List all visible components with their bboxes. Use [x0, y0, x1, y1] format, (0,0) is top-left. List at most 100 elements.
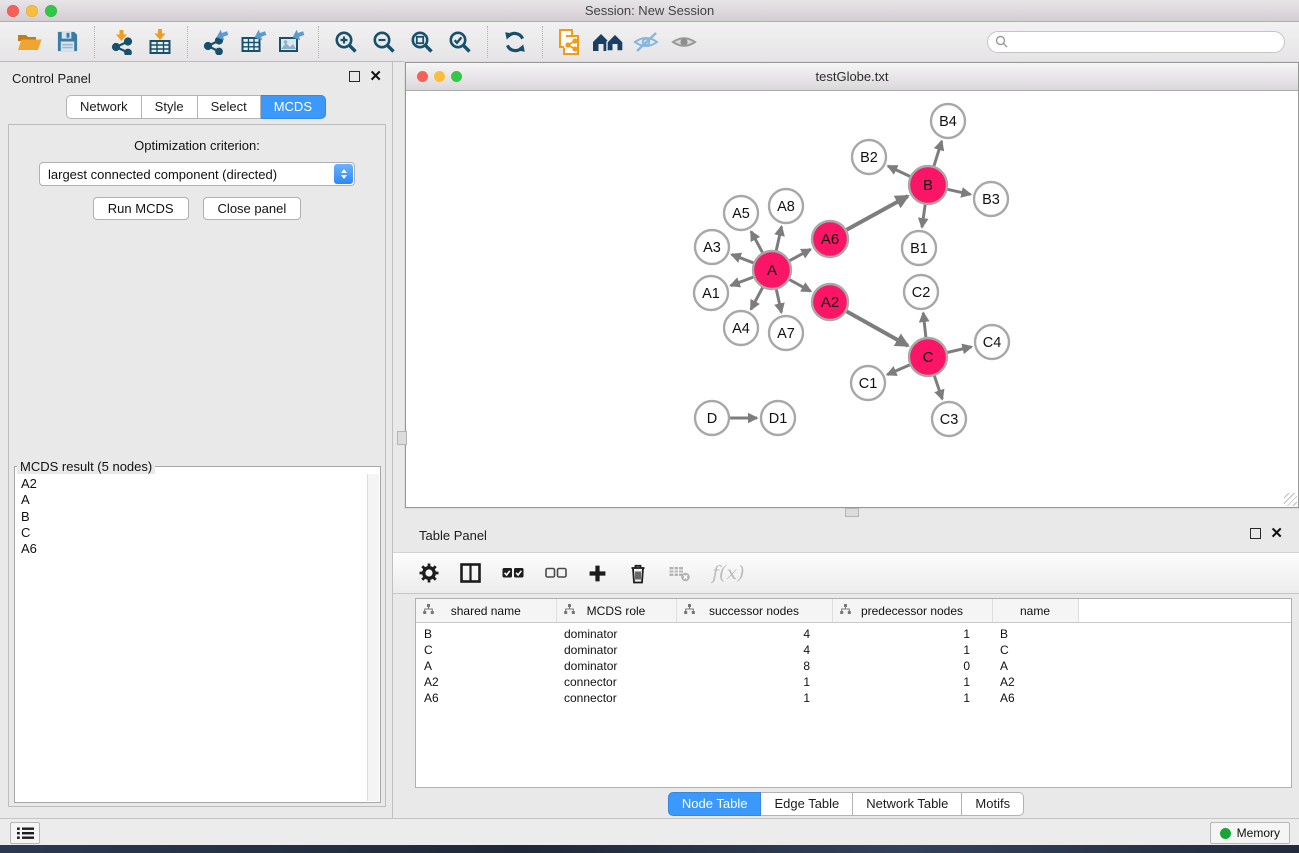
graph-node-C1[interactable]: C1 [851, 366, 885, 400]
select-all-columns-button[interactable] [502, 560, 524, 586]
run-mcds-button[interactable]: Run MCDS [93, 197, 189, 220]
zoom-window-button[interactable] [45, 5, 57, 17]
graph-node-B3[interactable]: B3 [974, 182, 1008, 216]
tab-network[interactable]: Network [66, 95, 142, 119]
delete-table-button[interactable] [669, 560, 691, 586]
tab-mcds[interactable]: MCDS [261, 95, 326, 119]
zoom-fit-button[interactable] [406, 26, 438, 58]
graph-edge-A-A5[interactable] [751, 231, 763, 254]
graph-node-D1[interactable]: D1 [761, 401, 795, 435]
graph-edge-C-C2[interactable] [923, 313, 926, 339]
tab-motifs[interactable]: Motifs [962, 792, 1024, 816]
search-input[interactable] [987, 31, 1285, 53]
graph-node-A7[interactable]: A7 [769, 316, 803, 350]
graph-node-A3[interactable]: A3 [695, 230, 729, 264]
column-header-shared-name[interactable]: shared name [416, 599, 556, 623]
export-table-button[interactable] [237, 26, 269, 58]
mcds-list-item[interactable]: A2 [21, 476, 367, 492]
graph-edge-B-B2[interactable] [888, 166, 912, 177]
graph-node-C3[interactable]: C3 [932, 402, 966, 436]
graph-edge-C-C1[interactable] [887, 364, 911, 374]
graph-node-B[interactable]: B [909, 166, 947, 204]
table-row[interactable]: A6connector11A6 [416, 690, 1291, 706]
table-settings-button[interactable] [419, 560, 439, 586]
graph-node-A8[interactable]: A8 [769, 189, 803, 223]
graph-node-A1[interactable]: A1 [694, 276, 728, 310]
close-table-panel-icon[interactable]: ✕ [1270, 528, 1283, 539]
tab-node-table[interactable]: Node Table [668, 792, 762, 816]
network-minimize-button[interactable] [434, 71, 445, 82]
first-neighbors-button[interactable] [592, 26, 624, 58]
zoom-in-button[interactable] [330, 26, 362, 58]
graph-node-A5[interactable]: A5 [724, 196, 758, 230]
delete-column-button[interactable] [628, 560, 648, 586]
column-header-successor-nodes[interactable]: successor nodes [676, 599, 832, 623]
close-panel-icon[interactable]: ✕ [369, 71, 382, 82]
graph-edge-B-B3[interactable] [946, 189, 971, 195]
graph-edge-A-A1[interactable] [731, 276, 756, 285]
float-panel-icon[interactable] [349, 71, 360, 82]
table-row[interactable]: A2connector11A2 [416, 674, 1291, 690]
clone-network-button[interactable] [554, 26, 586, 58]
graph-node-A[interactable]: A [753, 251, 791, 289]
close-panel-button[interactable]: Close panel [203, 197, 302, 220]
graph-edge-C-C3[interactable] [934, 374, 942, 399]
mcds-list-scrollbar[interactable] [367, 474, 379, 801]
export-network-button[interactable] [199, 26, 231, 58]
table-row[interactable]: Adominator80A [416, 658, 1291, 674]
tab-select[interactable]: Select [198, 95, 261, 119]
tab-style[interactable]: Style [142, 95, 198, 119]
column-header-MCDS-role[interactable]: MCDS role [556, 599, 676, 623]
hide-selected-button[interactable] [630, 26, 662, 58]
graph-edge-B-B1[interactable] [922, 203, 925, 227]
graph-node-D[interactable]: D [695, 401, 729, 435]
graph-edge-A-A4[interactable] [751, 286, 764, 310]
graph-edge-A2-C[interactable] [845, 310, 908, 345]
graph-edge-B-B4[interactable] [933, 141, 941, 168]
graph-node-A6[interactable]: A6 [812, 221, 848, 257]
split-handle-left[interactable] [397, 431, 407, 445]
criterion-dropdown[interactable]: largest connected component (directed) [39, 162, 355, 186]
graph-node-A4[interactable]: A4 [724, 311, 758, 345]
network-zoom-button[interactable] [451, 71, 462, 82]
graph-edge-A-A3[interactable] [732, 255, 756, 264]
graph-node-B2[interactable]: B2 [852, 140, 886, 174]
mcds-list-item[interactable]: A [21, 492, 367, 508]
minimize-window-button[interactable] [26, 5, 38, 17]
save-session-button[interactable] [51, 26, 83, 58]
mcds-list-item[interactable]: A6 [21, 541, 367, 557]
table-row[interactable]: Bdominator41B [416, 623, 1291, 643]
column-header-name[interactable]: name [992, 599, 1078, 623]
mcds-list-item[interactable]: C [21, 525, 367, 541]
table-row[interactable]: Cdominator41C [416, 642, 1291, 658]
graph-edge-A-A7[interactable] [776, 288, 782, 313]
task-history-button[interactable] [10, 822, 40, 844]
add-column-button[interactable] [588, 560, 607, 586]
show-all-button[interactable] [668, 26, 700, 58]
show-column-panel-button[interactable] [460, 560, 481, 586]
graph-edge-A-A2[interactable] [788, 279, 811, 292]
tab-edge-table[interactable]: Edge Table [761, 792, 853, 816]
mcds-list-item[interactable]: B [21, 509, 367, 525]
tab-network-table[interactable]: Network Table [853, 792, 962, 816]
float-table-panel-icon[interactable] [1250, 528, 1261, 539]
graph-edge-A-A8[interactable] [776, 227, 782, 253]
graph-node-A2[interactable]: A2 [812, 284, 848, 320]
open-session-button[interactable] [13, 26, 45, 58]
zoom-selected-button[interactable] [444, 26, 476, 58]
graph-node-C2[interactable]: C2 [904, 275, 938, 309]
graph-node-B1[interactable]: B1 [902, 231, 936, 265]
graph-node-B4[interactable]: B4 [931, 104, 965, 138]
import-table-button[interactable] [144, 26, 176, 58]
close-window-button[interactable] [7, 5, 19, 17]
export-image-button[interactable] [275, 26, 307, 58]
graph-edge-A-A6[interactable] [788, 249, 811, 261]
network-canvas[interactable]: B4 B2 B B3 A5 A8 A6 B1 A3 A A1 C2 A2 A4 A7 C4 C C1 C3 D D1 [406, 91, 1298, 507]
graph-node-C4[interactable]: C4 [975, 325, 1009, 359]
refresh-view-button[interactable] [499, 26, 531, 58]
network-close-button[interactable] [417, 71, 428, 82]
split-handle-bottom[interactable] [845, 508, 859, 517]
deselect-all-columns-button[interactable] [545, 560, 567, 586]
graph-node-C[interactable]: C [909, 338, 947, 376]
graph-edge-A6-B[interactable] [845, 196, 908, 231]
